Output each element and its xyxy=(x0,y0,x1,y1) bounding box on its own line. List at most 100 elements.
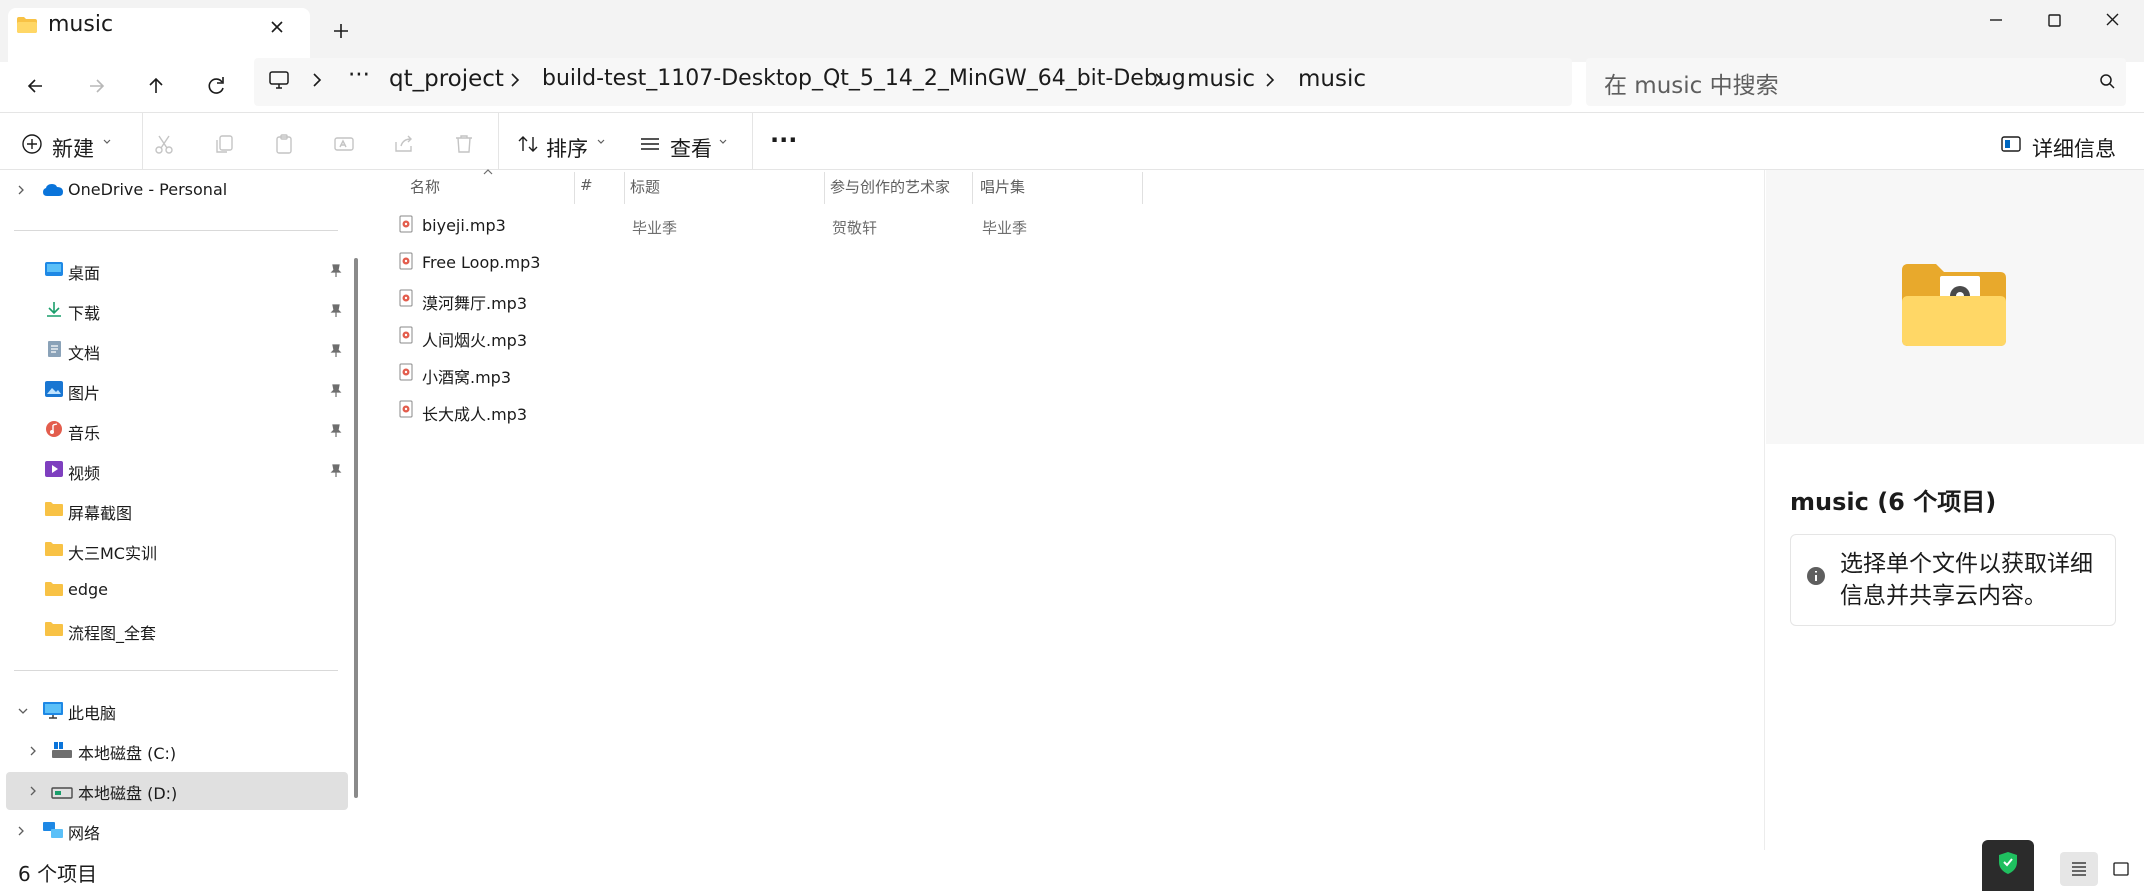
sidebar-item-music[interactable]: 音乐 xyxy=(68,420,100,444)
refresh-button[interactable] xyxy=(196,66,236,106)
new-button[interactable]: 新建 xyxy=(52,133,94,163)
copy-icon[interactable] xyxy=(212,132,236,156)
shield-icon[interactable] xyxy=(1996,850,2020,876)
column-divider[interactable] xyxy=(1142,172,1143,204)
file-name[interactable]: 漠河舞厅.mp3 xyxy=(422,290,527,314)
up-button[interactable] xyxy=(136,66,176,106)
this-pc-icon xyxy=(268,70,290,90)
sidebar-item-this-pc[interactable]: 此电脑 xyxy=(68,700,116,724)
back-button[interactable] xyxy=(16,66,56,106)
plus-circle-icon[interactable] xyxy=(20,132,44,156)
sidebar-item-pictures[interactable]: 图片 xyxy=(68,380,100,404)
column-header-album[interactable]: 唱片集 xyxy=(980,176,1025,197)
sidebar-item-drive-c[interactable]: 本地磁盘 (C:) xyxy=(78,740,176,764)
paste-icon[interactable] xyxy=(272,132,296,156)
audio-file-icon xyxy=(398,400,414,418)
maximize-button[interactable] xyxy=(2034,6,2074,34)
download-icon xyxy=(44,300,64,318)
chevron-right-icon[interactable] xyxy=(28,744,38,758)
chevron-right-icon[interactable] xyxy=(28,784,38,798)
pin-icon[interactable] xyxy=(330,464,342,478)
pin-icon[interactable] xyxy=(330,304,342,318)
onedrive-icon xyxy=(42,182,64,198)
column-divider[interactable] xyxy=(972,172,973,204)
close-window-button[interactable] xyxy=(2092,6,2132,34)
drive-c-icon xyxy=(50,740,74,760)
column-header-artist[interactable]: 参与创作的艺术家 xyxy=(830,176,950,197)
sidebar-item-downloads[interactable]: 下载 xyxy=(68,300,100,324)
column-divider[interactable] xyxy=(624,172,625,204)
tab-title: music xyxy=(48,12,114,37)
sort-icon[interactable] xyxy=(516,132,540,156)
sidebar-item-network[interactable]: 网络 xyxy=(68,820,100,844)
file-name[interactable]: 人间烟火.mp3 xyxy=(422,327,527,351)
pin-icon[interactable] xyxy=(330,424,342,438)
chevron-down-icon[interactable] xyxy=(596,138,606,146)
delete-icon[interactable] xyxy=(452,132,476,156)
tiles-view-button[interactable] xyxy=(2106,852,2136,886)
info-message: 选择单个文件以获取详细信息并共享云内容。 xyxy=(1840,551,2093,609)
chevron-right-icon[interactable] xyxy=(1152,70,1166,90)
details-pane-divider xyxy=(1764,170,1765,850)
chevron-right-icon[interactable] xyxy=(16,824,26,838)
details-title: music (6 个项目) xyxy=(1790,488,1997,516)
title-bar xyxy=(0,0,2144,62)
chevron-right-icon[interactable] xyxy=(508,70,522,90)
sidebar-divider xyxy=(14,230,338,231)
toolbar-divider xyxy=(142,112,143,170)
sidebar-item-documents[interactable]: 文档 xyxy=(68,340,100,364)
chevron-right-icon[interactable] xyxy=(310,70,324,90)
column-header-name[interactable]: 名称 xyxy=(410,176,440,197)
file-name[interactable]: 小酒窝.mp3 xyxy=(422,364,511,388)
column-header-number[interactable]: # xyxy=(580,176,593,194)
sidebar-item-screenshots[interactable]: 屏幕截图 xyxy=(68,500,132,524)
file-name[interactable]: biyeji.mp3 xyxy=(422,216,506,235)
sidebar-item-mc-training[interactable]: 大三MC实训 xyxy=(68,540,157,564)
pictures-icon xyxy=(44,380,64,398)
cut-icon[interactable] xyxy=(152,132,176,156)
breadcrumb-item[interactable]: qt_project xyxy=(389,66,504,92)
document-icon xyxy=(44,340,64,358)
chevron-down-icon[interactable] xyxy=(718,138,728,146)
column-header-title[interactable]: 标题 xyxy=(630,176,660,197)
details-pane-icon[interactable] xyxy=(2000,134,2022,154)
column-divider[interactable] xyxy=(574,172,575,204)
breadcrumb-item[interactable]: build-test_1107-Desktop_Qt_5_14_2_MinGW_… xyxy=(542,66,1186,91)
sidebar-item-videos[interactable]: 视频 xyxy=(68,460,100,484)
sidebar-scrollbar[interactable] xyxy=(354,258,358,798)
sidebar-item-edge[interactable]: edge xyxy=(68,580,108,599)
file-name[interactable]: 长大成人.mp3 xyxy=(422,401,527,425)
folder-icon xyxy=(16,16,38,34)
file-name[interactable]: Free Loop.mp3 xyxy=(422,253,540,272)
chevron-right-icon[interactable] xyxy=(16,183,26,197)
pin-icon[interactable] xyxy=(330,264,342,278)
minimize-button[interactable] xyxy=(1976,6,2016,34)
breadcrumb-overflow[interactable]: ··· xyxy=(348,62,370,88)
view-button[interactable]: 查看 xyxy=(670,133,712,163)
share-icon[interactable] xyxy=(392,132,416,156)
column-divider[interactable] xyxy=(824,172,825,204)
breadcrumb-item[interactable]: music xyxy=(1298,66,1366,92)
chevron-right-icon[interactable] xyxy=(1263,70,1277,90)
view-list-icon[interactable] xyxy=(638,132,662,156)
chevron-down-icon[interactable] xyxy=(102,138,112,146)
sidebar-item-drive-d[interactable]: 本地磁盘 (D:) xyxy=(78,780,177,804)
more-button[interactable]: ··· xyxy=(770,126,797,154)
chevron-down-icon[interactable] xyxy=(16,706,30,716)
music-icon xyxy=(44,420,64,438)
rename-icon[interactable] xyxy=(332,132,356,156)
sidebar-item-desktop[interactable]: 桌面 xyxy=(68,260,100,284)
pin-icon[interactable] xyxy=(330,344,342,358)
sidebar-item-onedrive[interactable]: OneDrive - Personal xyxy=(68,180,227,199)
pin-icon[interactable] xyxy=(330,384,342,398)
breadcrumb-item[interactable]: music xyxy=(1187,66,1255,92)
close-tab-icon[interactable] xyxy=(264,14,290,40)
details-view-button[interactable] xyxy=(2060,852,2098,886)
search-input[interactable]: 在 music 中搜索 xyxy=(1604,66,1779,100)
details-button[interactable]: 详细信息 xyxy=(2032,133,2116,163)
sort-button[interactable]: 排序 xyxy=(546,133,588,163)
sidebar-item-flowcharts[interactable]: 流程图_全套 xyxy=(68,620,156,644)
search-icon[interactable] xyxy=(2098,72,2116,90)
forward-button[interactable] xyxy=(76,66,116,106)
new-tab-button[interactable] xyxy=(328,18,354,44)
